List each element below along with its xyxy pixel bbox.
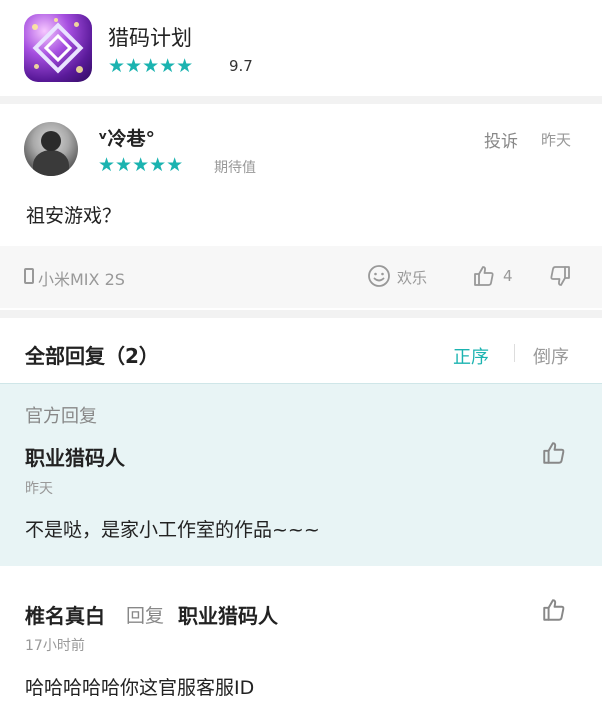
review-date: 昨天: [541, 131, 572, 149]
smiley-icon[interactable]: [367, 264, 391, 288]
app-header[interactable]: 猎码计划 ★★★★★ 9.7: [0, 0, 602, 96]
reply-verb: 回复: [126, 605, 165, 627]
reply-author[interactable]: 职业猎码人: [25, 442, 125, 471]
reply-text: 哈哈哈哈哈你这官服客服ID: [25, 677, 255, 699]
replies-title: 全部回复（2）: [25, 344, 159, 368]
official-reply-badge: 官方回复: [25, 406, 97, 427]
reply-text: 不是哒，是家小工作室的作品~~~: [25, 519, 320, 541]
mood-label: 欢乐: [397, 269, 428, 287]
app-logo-icon[interactable]: [24, 14, 92, 82]
reply-target-user[interactable]: 职业猎码人: [178, 600, 278, 629]
thumbs-up-icon[interactable]: [472, 264, 496, 288]
app-name[interactable]: 猎码计划: [108, 22, 192, 52]
rating-label: 期待值: [214, 160, 256, 176]
phone-icon: [24, 268, 34, 284]
app-rating-stars: ★★★★★: [108, 56, 193, 76]
app-rating-score: 9.7: [229, 57, 253, 75]
section-divider: [0, 310, 602, 318]
reply-date: 昨天: [25, 481, 53, 497]
sort-separator: [514, 344, 515, 362]
reply-author[interactable]: 椎名真白: [25, 600, 105, 629]
report-button[interactable]: 投诉: [484, 127, 518, 152]
reviewer-avatar[interactable]: [24, 122, 78, 176]
star-icons: ★★★★★: [108, 55, 194, 77]
reviewer-name[interactable]: ᵛ冷巷°: [98, 124, 155, 151]
thumbs-down-icon[interactable]: [548, 264, 572, 288]
section-divider: [0, 96, 602, 104]
review-text: 祖安游戏？: [26, 205, 122, 227]
thumbs-up-icon[interactable]: [541, 440, 567, 466]
reply-date: 17小时前: [25, 638, 85, 654]
sort-descending-tab[interactable]: 倒序: [533, 343, 569, 369]
sort-ascending-tab[interactable]: 正序: [453, 343, 489, 369]
device-name: 小米MIX 2S: [38, 270, 125, 289]
star-icons: ★★★★★: [98, 154, 184, 176]
thumbs-up-icon[interactable]: [541, 597, 567, 623]
like-count: 4: [503, 267, 513, 285]
review-rating-stars: ★★★★★: [98, 155, 183, 175]
